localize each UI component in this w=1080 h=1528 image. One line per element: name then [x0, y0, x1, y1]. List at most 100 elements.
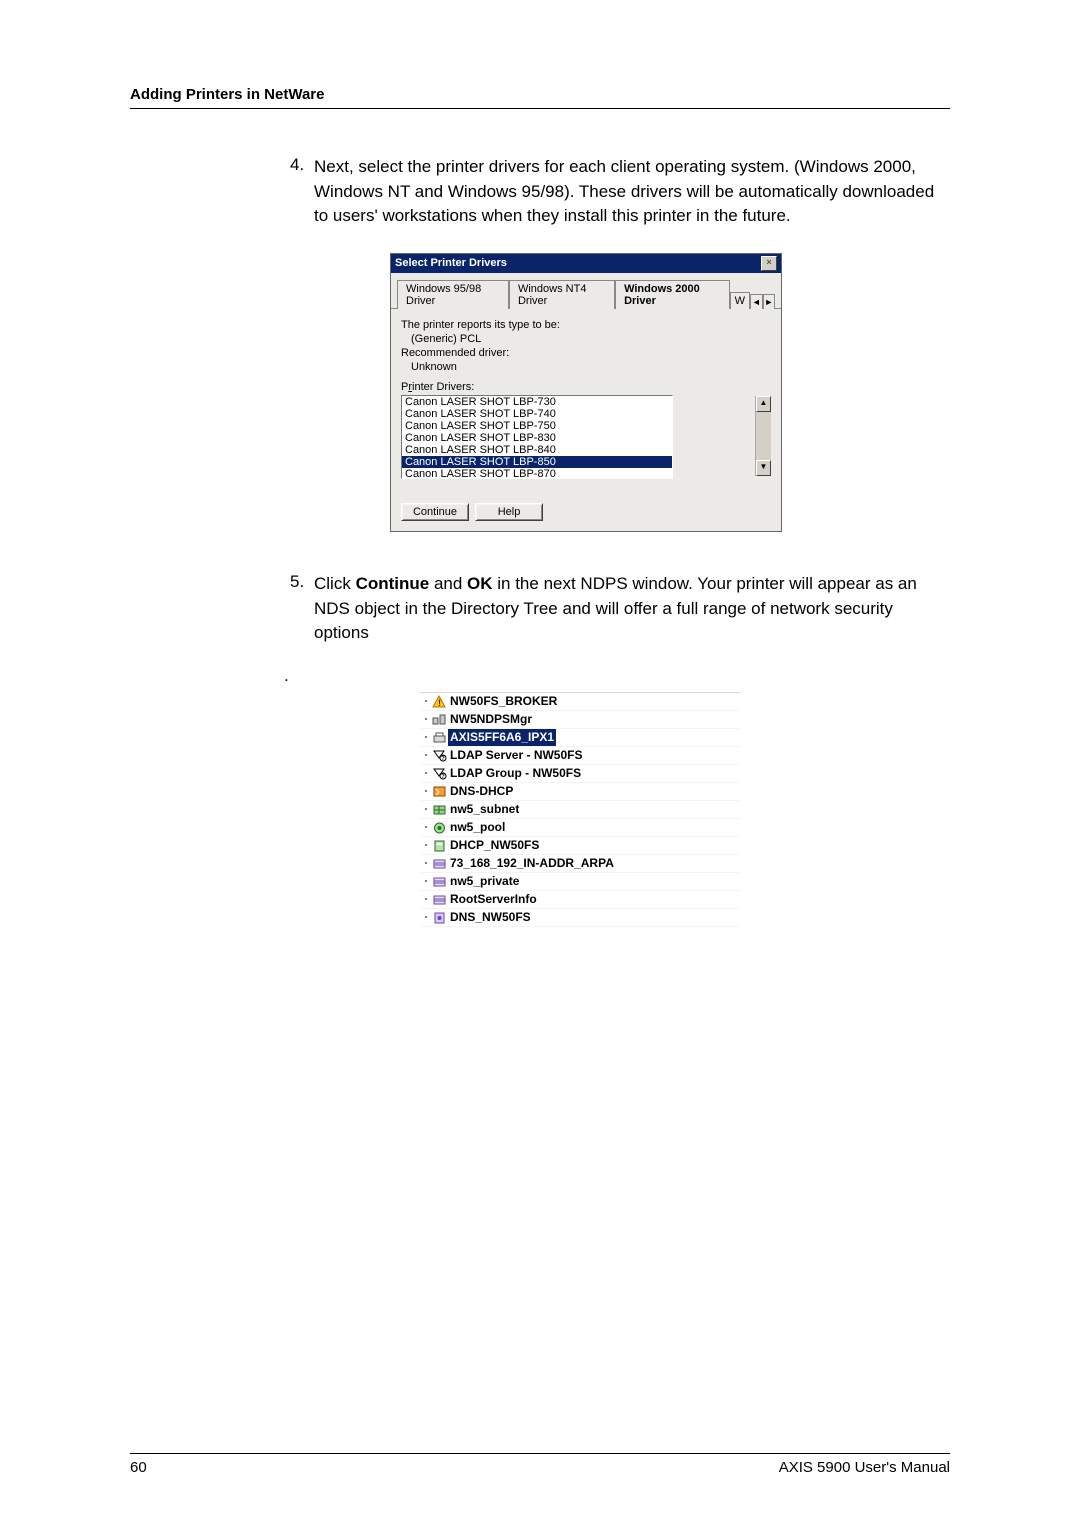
step-text: Click Continue and OK in the next NDPS w…	[314, 572, 950, 646]
printer-icon	[430, 731, 448, 744]
scroll-up-icon[interactable]: ▲	[756, 396, 771, 412]
dialog-button-row: Continue Help	[401, 503, 771, 521]
tree-branch-dot	[422, 826, 430, 828]
ldap-icon: ?	[430, 767, 448, 780]
tree-item[interactable]: ?LDAP Server - NW50FS	[420, 747, 740, 765]
tree-item[interactable]: DNS-DHCP	[420, 783, 740, 801]
tab-win2000[interactable]: Windows 2000 Driver	[615, 280, 730, 309]
dialog-body: The printer reports its type to be: (Gen…	[391, 309, 781, 531]
tab-winnt4[interactable]: Windows NT4 Driver	[509, 280, 615, 309]
tree-branch-dot	[422, 700, 430, 702]
recommended-driver-value: Unknown	[411, 361, 771, 373]
tree-item-label: AXIS5FF6A6_IPX1	[448, 729, 556, 746]
tree-branch-dot	[422, 718, 430, 720]
step-4: 4. Next, select the printer drivers for …	[290, 155, 950, 229]
driver-list-item[interactable]: Canon LASER SHOT LBP-870	[402, 468, 672, 479]
tab-overflow-w[interactable]: W	[730, 292, 750, 309]
tree-item[interactable]: ?LDAP Group - NW50FS	[420, 765, 740, 783]
svg-text:!: !	[438, 698, 441, 708]
tree-item[interactable]: nw5_subnet	[420, 801, 740, 819]
tree-item-label: LDAP Group - NW50FS	[448, 765, 581, 782]
tree-item[interactable]: DHCP_NW50FS	[420, 837, 740, 855]
step-number: 4.	[290, 155, 314, 229]
tree-item[interactable]: ! NW50FS_BROKER	[420, 693, 740, 711]
text-part: and	[429, 574, 467, 593]
manual-title: AXIS 5900 User's Manual	[779, 1459, 950, 1476]
tree-branch-dot	[422, 880, 430, 882]
tab-win9598[interactable]: Windows 95/98 Driver	[397, 280, 509, 309]
ldap-icon: ?	[430, 749, 448, 762]
recommended-driver-label: Recommended driver:	[401, 347, 771, 359]
tree-item[interactable]: nw5_private	[420, 873, 740, 891]
tree-item[interactable]: RootServerInfo	[420, 891, 740, 909]
zone-icon	[430, 893, 448, 906]
driver-list-item[interactable]: Canon LASER SHOT LBP-740	[402, 408, 672, 420]
broker-icon: !	[430, 695, 448, 708]
page-number: 60	[130, 1459, 147, 1476]
listbox-scrollbar[interactable]: ▲ ▼	[755, 396, 771, 476]
scroll-down-icon[interactable]: ▼	[756, 460, 771, 476]
nds-directory-tree: ! NW50FS_BROKERNW5NDPSMgrAXIS5FF6A6_IPX1?…	[420, 692, 740, 927]
tab-scroll-left-icon[interactable]: ◄	[750, 294, 762, 309]
tree-item-label: nw5_private	[448, 873, 519, 890]
tab-scroll-right-icon[interactable]: ►	[763, 294, 775, 309]
tree-branch-dot	[422, 862, 430, 864]
printer-type-value: (Generic) PCL	[411, 333, 771, 345]
close-icon[interactable]: ×	[761, 256, 777, 271]
continue-button[interactable]: Continue	[401, 503, 469, 521]
tree-item-label: NW50FS_BROKER	[448, 693, 557, 710]
tree-branch-dot	[422, 754, 430, 756]
printer-drivers-label: Printer Drivers:	[401, 381, 771, 393]
printer-type-label: The printer reports its type to be:	[401, 319, 771, 331]
trailing-period: .	[284, 666, 950, 686]
tree-item-label: DNS-DHCP	[448, 783, 513, 800]
tree-item[interactable]: nw5_pool	[420, 819, 740, 837]
tabs-row: Windows 95/98 Driver Windows NT4 Driver …	[391, 273, 781, 309]
driver-list-item[interactable]: Canon LASER SHOT LBP-840	[402, 444, 672, 456]
text-part: Click	[314, 574, 356, 593]
driver-list-item[interactable]: Canon LASER SHOT LBP-830	[402, 432, 672, 444]
pool-icon	[430, 821, 448, 834]
driver-listbox[interactable]: Canon LASER SHOT LBP-730Canon LASER SHOT…	[401, 395, 673, 479]
tree-item-label: LDAP Server - NW50FS	[448, 747, 583, 764]
tree-item[interactable]: NW5NDPSMgr	[420, 711, 740, 729]
tree-branch-dot	[422, 736, 430, 738]
step-5: 5. Click Continue and OK in the next NDP…	[290, 572, 950, 646]
tree-branch-dot	[422, 898, 430, 900]
footer-rule	[130, 1453, 950, 1454]
driver-listbox-wrap: Canon LASER SHOT LBP-730Canon LASER SHOT…	[401, 395, 771, 479]
tree-item[interactable]: AXIS5FF6A6_IPX1	[420, 729, 740, 747]
tree-branch-dot	[422, 844, 430, 846]
tree-item-label: RootServerInfo	[448, 891, 537, 908]
dns-icon	[430, 911, 448, 924]
driver-list-item[interactable]: Canon LASER SHOT LBP-850	[402, 456, 672, 468]
step-number: 5.	[290, 572, 314, 646]
tree-item-label: NW5NDPSMgr	[448, 711, 532, 728]
tree-item-label: DNS_NW50FS	[448, 909, 531, 926]
tree-branch-dot	[422, 916, 430, 918]
help-button[interactable]: Help	[475, 503, 543, 521]
mgr-icon	[430, 713, 448, 726]
dhcp-icon	[430, 839, 448, 852]
label-part: inter Drivers:	[412, 381, 474, 393]
tree-branch-dot	[422, 772, 430, 774]
step-text: Next, select the printer drivers for eac…	[314, 155, 950, 229]
tree-item[interactable]: DNS_NW50FS	[420, 909, 740, 927]
section-heading: Adding Printers in NetWare	[130, 86, 324, 103]
tree-item-label: nw5_subnet	[448, 801, 519, 818]
driver-list-item[interactable]: Canon LASER SHOT LBP-750	[402, 420, 672, 432]
select-printer-drivers-dialog: Select Printer Drivers × Windows 95/98 D…	[390, 253, 782, 532]
tree-item-label: 73_168_192_IN-ADDR_ARPA	[448, 855, 614, 872]
tree-item[interactable]: 73_168_192_IN-ADDR_ARPA	[420, 855, 740, 873]
header-rule	[130, 108, 950, 109]
driver-list-item[interactable]: Canon LASER SHOT LBP-730	[402, 396, 672, 408]
zone-icon	[430, 857, 448, 870]
tree-branch-dot	[422, 808, 430, 810]
text-bold: Continue	[356, 574, 430, 593]
tree-branch-dot	[422, 790, 430, 792]
svg-text:?: ?	[441, 756, 445, 762]
text-bold: OK	[467, 574, 493, 593]
dnsdhcp-icon	[430, 785, 448, 798]
dialog-titlebar: Select Printer Drivers ×	[391, 254, 781, 273]
subnet-icon	[430, 803, 448, 816]
